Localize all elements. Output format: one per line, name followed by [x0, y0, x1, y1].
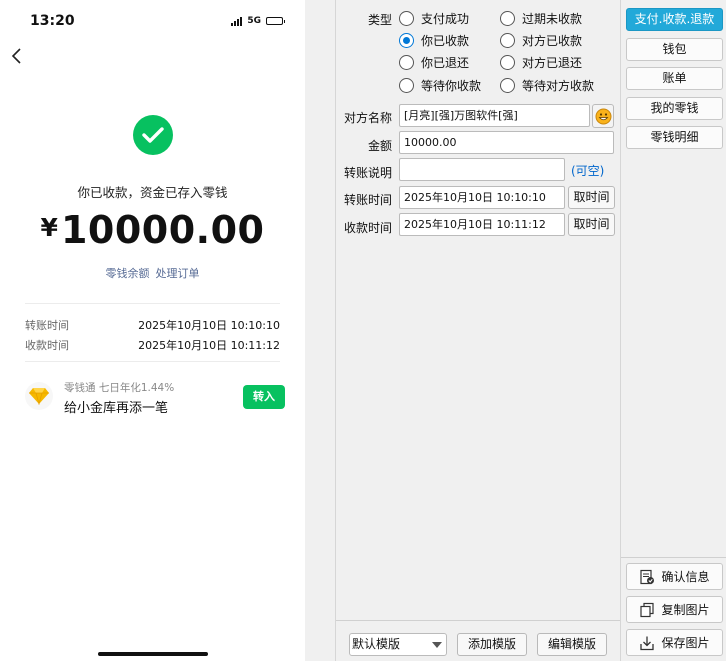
amount-label: 金额	[368, 139, 393, 153]
radio-circle[interactable]	[500, 55, 515, 70]
battery-icon	[266, 17, 285, 25]
phone-preview: 13:20 5G 你已收款，资金已存入零钱 ¥10000.00 零钱余额 处理订单…	[0, 0, 305, 661]
get-transfer-time-button[interactable]: 取时间	[568, 186, 615, 209]
nav-bill[interactable]: 账单	[626, 67, 723, 90]
nav-payment-receive-refund[interactable]: 支付.收款.退款	[626, 8, 723, 31]
type-label: 类型	[368, 13, 393, 27]
copy-image-label: 复制图片	[661, 603, 710, 617]
radio-label: 你已退还	[421, 56, 470, 70]
amount-value: 10000.00	[60, 208, 265, 252]
amount-display: ¥10000.00	[0, 208, 305, 252]
radio-circle[interactable]	[399, 11, 414, 26]
status-indicators: 5G	[231, 16, 285, 26]
radio-you-received[interactable]: 你已收款	[399, 32, 469, 49]
transfer-time-label: 转账时间	[344, 193, 393, 207]
right-panel: 支付.收款.退款 钱包 账单 我的零钱 零钱明细 确认信息 复制图片 保存图片	[620, 0, 726, 661]
divider	[25, 361, 280, 362]
radio-label: 支付成功	[421, 12, 470, 26]
save-image-button[interactable]: 保存图片	[626, 629, 723, 656]
receive-time-input[interactable]: 2025年10月10日 10:11:12	[399, 213, 565, 236]
transfer-in-button[interactable]: 转入	[243, 385, 285, 409]
radio-label: 对方已退还	[522, 56, 583, 70]
counterparty-label: 对方名称	[344, 111, 393, 125]
copy-icon	[640, 602, 655, 617]
smiley-icon	[595, 108, 612, 125]
radio-payment-success[interactable]: 支付成功	[399, 10, 469, 27]
radio-label: 过期未收款	[522, 12, 583, 26]
settings-form: 类型 支付成功 过期未收款 你已收款 对方已收款 你已退还 对方已退还 等待你收…	[335, 0, 621, 661]
back-arrow-icon[interactable]	[9, 46, 25, 66]
save-download-icon	[640, 636, 655, 650]
nav-my-change[interactable]: 我的零钱	[626, 97, 723, 120]
transfer-time-label: 转账时间	[25, 319, 69, 332]
amount-input[interactable]: 10000.00	[399, 131, 614, 154]
signal-icon	[231, 16, 243, 26]
emoji-picker-button[interactable]	[592, 104, 614, 128]
transfer-time-value: 2025年10月10日 10:10:10	[138, 319, 280, 332]
radio-circle[interactable]	[399, 33, 414, 48]
optional-hint: (可空)	[571, 164, 605, 178]
transfer-time-row: 转账时间 2025年10月10日 10:10:10	[25, 317, 280, 333]
receive-time-value: 2025年10月10日 10:11:12	[138, 339, 280, 352]
receive-time-label: 收款时间	[25, 339, 69, 352]
currency-symbol: ¥	[40, 213, 58, 242]
radio-circle[interactable]	[500, 33, 515, 48]
edit-template-button[interactable]: 编辑模版	[537, 633, 607, 656]
radio-label: 你已收款	[421, 34, 470, 48]
receive-time-row: 收款时间 2025年10月10日 10:11:12	[25, 337, 280, 353]
transfer-time-input[interactable]: 2025年10月10日 10:10:10	[399, 186, 565, 209]
promo-subtitle: 零钱通 七日年化1.44%	[64, 382, 175, 394]
counterparty-input[interactable]: [月亮][强]万图软件[强]	[399, 104, 590, 127]
radio-label: 等待你收款	[421, 79, 482, 93]
radio-circle[interactable]	[500, 11, 515, 26]
confirm-info-label: 确认信息	[661, 570, 710, 584]
divider	[621, 557, 726, 558]
divider	[25, 303, 280, 304]
radio-circle[interactable]	[500, 78, 515, 93]
confirm-info-button[interactable]: 确认信息	[626, 563, 723, 590]
template-bar: 默认模版 添加模版 编辑模版	[336, 620, 621, 661]
template-select-value: 默认模版	[352, 637, 401, 651]
radio-circle[interactable]	[399, 78, 414, 93]
radio-other-refunded[interactable]: 对方已退还	[500, 54, 582, 71]
receive-message: 你已收款，资金已存入零钱	[77, 185, 228, 200]
template-select[interactable]: 默认模版	[349, 633, 447, 656]
order-link[interactable]: 处理订单	[156, 267, 200, 280]
note-label: 转账说明	[344, 166, 393, 180]
note-input[interactable]	[399, 158, 565, 181]
get-receive-time-button[interactable]: 取时间	[568, 213, 615, 236]
radio-circle[interactable]	[399, 55, 414, 70]
save-image-label: 保存图片	[661, 636, 710, 650]
action-links: 零钱余额 处理订单	[0, 265, 305, 281]
dropdown-arrow-icon	[432, 642, 442, 648]
radio-awaiting-you[interactable]: 等待你收款	[399, 77, 481, 94]
nav-wallet[interactable]: 钱包	[626, 38, 723, 61]
promo-card: 零钱通 七日年化1.44% 给小金库再添一笔 转入	[25, 380, 285, 420]
radio-expired-unreceived[interactable]: 过期未收款	[500, 10, 582, 27]
add-template-button[interactable]: 添加模版	[457, 633, 527, 656]
receive-time-label: 收款时间	[344, 221, 393, 235]
diamond-icon	[25, 382, 53, 410]
home-indicator	[98, 652, 208, 656]
radio-label: 对方已收款	[522, 34, 583, 48]
radio-other-received[interactable]: 对方已收款	[500, 32, 582, 49]
success-check-icon	[133, 115, 173, 155]
radio-awaiting-other[interactable]: 等待对方收款	[500, 77, 594, 94]
separator-gap	[305, 0, 335, 661]
promo-title: 给小金库再添一笔	[64, 401, 169, 416]
radio-you-refunded[interactable]: 你已退还	[399, 54, 469, 71]
network-label: 5G	[247, 16, 261, 26]
nav-change-details[interactable]: 零钱明细	[626, 126, 723, 149]
balance-link[interactable]: 零钱余额	[106, 267, 150, 280]
radio-label: 等待对方收款	[522, 79, 595, 93]
confirm-doc-icon	[640, 569, 655, 584]
status-time: 13:20	[30, 13, 75, 29]
copy-image-button[interactable]: 复制图片	[626, 596, 723, 623]
